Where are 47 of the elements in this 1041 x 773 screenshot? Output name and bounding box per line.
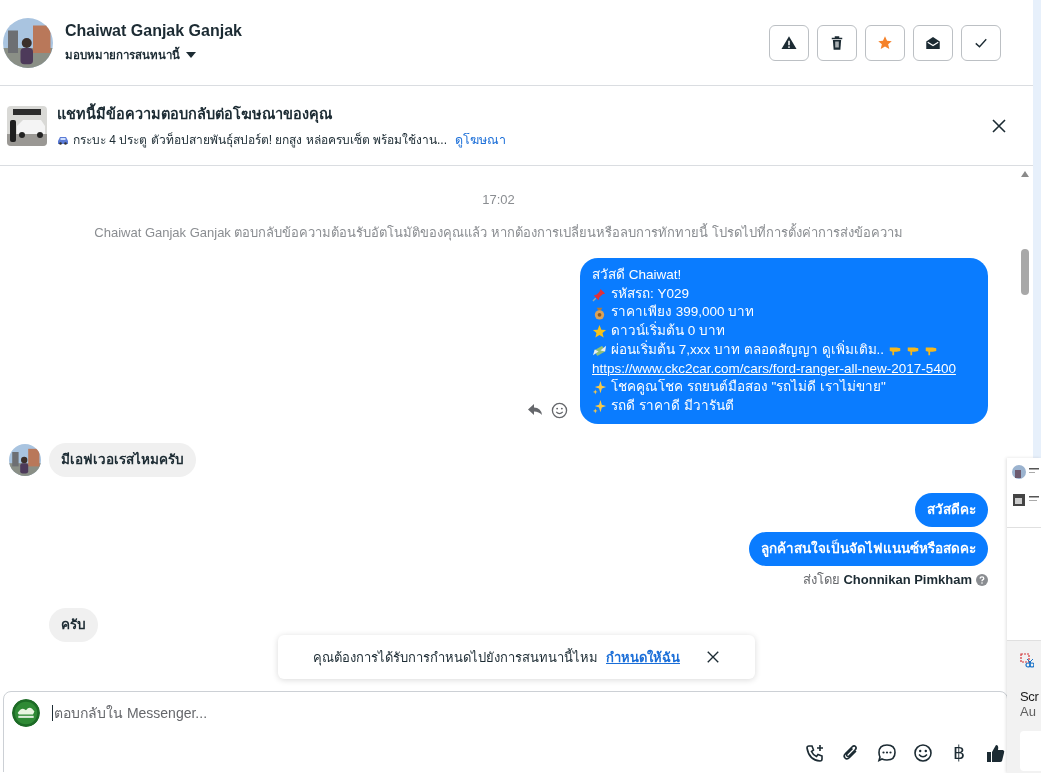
message-bubble: มีเอฟเวอเรสไหมครับ bbox=[49, 442, 196, 477]
caret-icon bbox=[186, 51, 196, 58]
reply-icon[interactable] bbox=[527, 403, 543, 418]
star-button[interactable] bbox=[865, 24, 905, 61]
scroll-up-icon[interactable] bbox=[1021, 171, 1029, 177]
delete-button[interactable] bbox=[817, 24, 857, 61]
car-icon bbox=[57, 134, 69, 145]
add-call-icon[interactable] bbox=[805, 742, 825, 763]
notification-title: Scr bbox=[1020, 689, 1040, 704]
notification-text: Au bbox=[1020, 704, 1037, 719]
message-line: ดาวน์เริ่มต้น 0 บาท bbox=[611, 322, 725, 340]
report-button[interactable] bbox=[769, 24, 809, 61]
help-icon[interactable] bbox=[976, 573, 988, 586]
view-ad-link[interactable]: ดูโฆษณา bbox=[455, 129, 506, 150]
message-line: สวัสดี Chaiwat! bbox=[592, 266, 682, 284]
timestamp: 17:02 bbox=[482, 191, 515, 209]
thumbs-up-icon[interactable] bbox=[985, 742, 1005, 763]
assign-to-me-link[interactable]: กำหนดให้ฉัน bbox=[606, 646, 680, 668]
sparkles-icon bbox=[592, 380, 607, 396]
ad-reply-title: แชทนี้มีข้อความตอบกลับต่อโฆษณาของคุณ bbox=[57, 102, 333, 125]
close-icon[interactable] bbox=[706, 650, 720, 664]
mark-unread-button[interactable] bbox=[913, 24, 953, 61]
message-bubble: ลูกค้าสนใจเป็นจัดไฟแนนซ์หรือสดคะ bbox=[749, 531, 988, 566]
star-icon bbox=[592, 323, 607, 339]
assign-dropdown[interactable]: มอบหมายการสนทนานี้ bbox=[65, 45, 180, 64]
sender-label: ส่งโดย Chonnikan Pimkham bbox=[802, 570, 972, 589]
message-line: รหัสรถ: Y029 bbox=[611, 284, 690, 303]
message-line: รถดี ราคาดี มีวารันตี bbox=[611, 396, 734, 415]
currency-button[interactable]: ฿ bbox=[949, 741, 969, 764]
contact-name: Chaiwat Ganjak Ganjak bbox=[65, 21, 243, 40]
message-bubble: สวัสดีคะ bbox=[915, 492, 988, 527]
message-link[interactable]: https://www.ckc2car.com/cars/ford-ranger-all-new-2017-5400 bbox=[592, 359, 956, 379]
system-notice: Chaiwat Ganjak Ganjak ตอบกลับข้อความต้อนรับอัตโนมัติของคุณแล้ว หากต้องการเปลี่ยนหรือลบการทักทายนี้ โปรดไปที่การตั้งค่าการส่งข้อความ bbox=[94, 224, 903, 242]
ad-snippet: กระบะ 4 ประตู ตัวท็อปสายพันธุ์สปอร์ต! ยกสูง หล่อครบเซ็ต พร้อมใช้งาน... bbox=[73, 131, 447, 149]
message-bubble: ครับ bbox=[49, 607, 98, 642]
message-line: ราคาเพียง 399,000 บาท bbox=[611, 303, 755, 321]
scroll-thumb[interactable] bbox=[1021, 249, 1029, 295]
emoji-icon[interactable] bbox=[913, 742, 933, 763]
money-bag-icon bbox=[592, 305, 607, 321]
prompt-text: คุณต้องการได้รับการกำหนดไปยังการสนทนานี้ไหม bbox=[313, 647, 598, 668]
pushpin-icon bbox=[592, 286, 607, 302]
close-icon[interactable] bbox=[991, 117, 1007, 134]
sparkles-icon bbox=[592, 398, 607, 414]
chat-bubble-icon[interactable] bbox=[877, 742, 897, 763]
message-line: ผ่อนเริ่มต้น 7,xxx บาท ตลอดสัญญา ดูเพิ่มเติม.. bbox=[611, 340, 884, 360]
message-line: โชคคูณโชค รถยนต์มือสอง "รถไม่ดี เราไม่ขาย" bbox=[611, 378, 886, 397]
scissors-icon bbox=[1020, 653, 1034, 669]
